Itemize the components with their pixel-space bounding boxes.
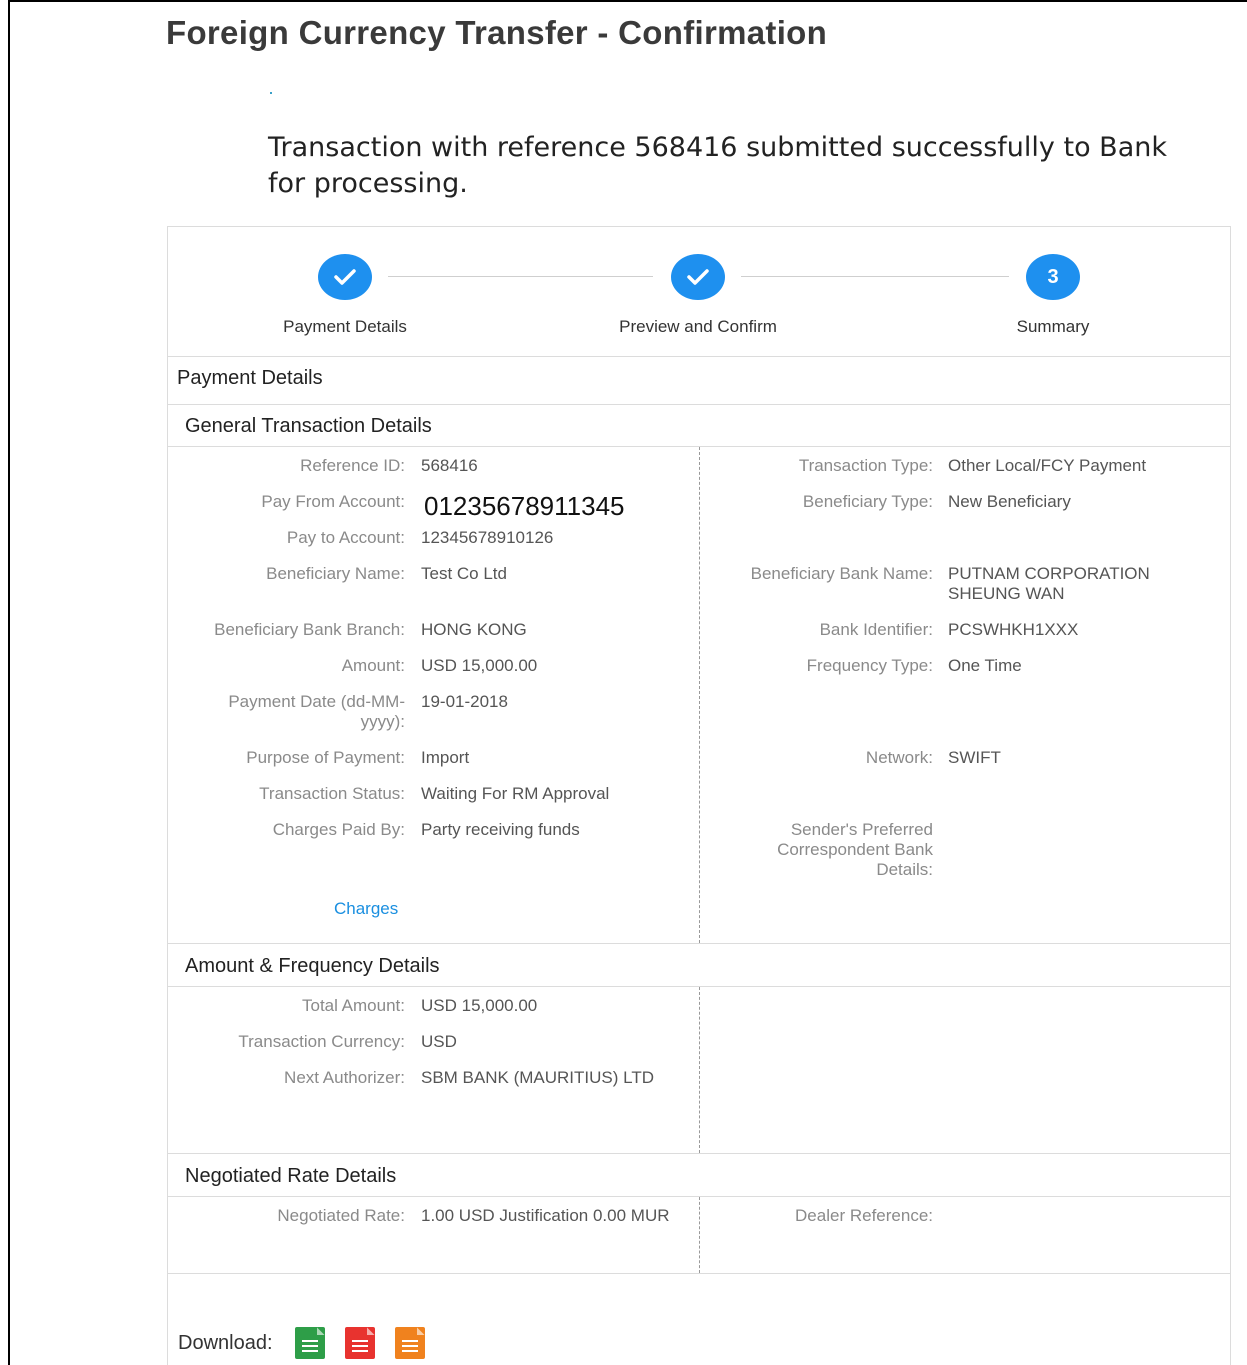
step-label-preview-confirm: Preview and Confirm [619,317,777,336]
general-details-panel: Reference ID: 568416 Pay From Account: 0… [168,447,1230,944]
payment-details-header: Payment Details [168,357,1230,405]
step-connector [388,276,653,277]
page-title: Foreign Currency Transfer - Confirmation [166,14,828,51]
step-label-summary: Summary [1016,317,1090,336]
negotiated-rate-title: Negotiated Rate Details [185,1165,397,1187]
general-details-title: General Transaction Details [185,415,432,437]
pdf-file-icon[interactable] [344,1327,375,1359]
step-3-current-circle: 3 [1026,254,1080,300]
step-label-payment-details: Payment Details [283,317,407,336]
charges-link[interactable]: Charges [334,899,398,919]
amount-frequency-title: Amount & Frequency Details [185,955,440,977]
step-connector [741,276,1009,277]
payment-details-title: Payment Details [177,367,323,389]
negotiated-rate-header: Negotiated Rate Details [168,1154,1230,1197]
download-row: Download: [178,1327,425,1359]
check-icon [334,269,356,285]
confirmation-card: 3 Payment Details Preview and Confirm Su… [167,226,1231,1365]
amount-frequency-panel: Total Amount: USD 15,000.00 Transaction … [168,987,1230,1154]
step-2-complete-circle [671,254,725,300]
download-label: Download: [178,1331,273,1354]
column-divider [699,1197,700,1273]
check-icon [687,269,709,285]
negotiated-rate-panel: Negotiated Rate: 1.00 USD Justification … [168,1197,1230,1274]
general-details-header: General Transaction Details [168,405,1230,447]
progress-stepper: 3 Payment Details Preview and Confirm Su… [168,227,1230,357]
step-1-complete-circle [318,254,372,300]
column-divider [699,447,700,943]
column-divider [699,987,700,1153]
text-file-icon[interactable] [394,1327,425,1359]
amount-frequency-header: Amount & Frequency Details [168,944,1230,987]
success-message: Transaction with reference 568416 submit… [268,132,1167,199]
decorative-dot [270,92,272,94]
excel-file-icon[interactable] [294,1327,325,1359]
